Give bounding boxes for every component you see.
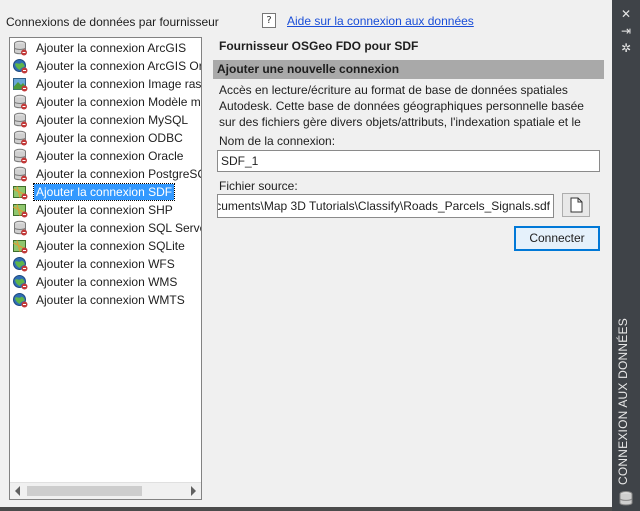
source-file-input[interactable]: ocuments\Map 3D Tutorials\Classify\Roads… <box>217 194 554 218</box>
horizontal-scrollbar[interactable] <box>10 482 201 499</box>
provider-item[interactable]: Ajouter la connexion Oracle <box>12 147 185 165</box>
description-line: Autodesk. Cette base de données géograph… <box>219 99 584 113</box>
provider-item[interactable]: Ajouter la connexion ArcGIS <box>12 39 188 57</box>
map-file-icon <box>13 240 28 254</box>
provider-item-label: Ajouter la connexion SHP <box>36 203 173 217</box>
globe-icon <box>13 257 28 272</box>
globe-icon <box>13 275 28 290</box>
connection-name-input[interactable]: SDF_1 <box>217 150 600 172</box>
database-icon <box>14 148 27 164</box>
provider-item-label: Ajouter la connexion ArcGIS <box>36 41 187 55</box>
provider-item-label: Ajouter la connexion Oracle <box>36 149 184 163</box>
data-connect-panel: Connexions de données par fournisseur ? … <box>0 0 613 507</box>
file-icon <box>570 197 583 213</box>
provider-description: Accès en lecture/écriture au format de b… <box>219 82 597 130</box>
raster-icon <box>13 78 28 92</box>
provider-item[interactable]: Ajouter la connexion WFS <box>12 255 177 273</box>
palette-titlebar: ✕ ⇥ ✲ CONNEXION AUX DONNÉES <box>612 0 640 511</box>
provider-item-label: Ajouter la connexion SQLite <box>36 239 185 253</box>
panel-bottom-edge <box>0 507 612 511</box>
globe-icon <box>13 293 28 308</box>
globe-icon <box>13 59 28 74</box>
database-icon <box>14 40 27 56</box>
palette-title: CONNEXION AUX DONNÉES <box>616 318 630 485</box>
provider-item[interactable]: Ajouter la connexion PostgreSC <box>12 165 202 183</box>
scroll-left-icon[interactable] <box>15 486 20 496</box>
database-icon <box>14 130 27 146</box>
section-header: Ajouter une nouvelle connexion <box>213 60 604 79</box>
provider-item[interactable]: Ajouter la connexion SQL Serve <box>12 219 202 237</box>
provider-item[interactable]: Ajouter la connexion Modèle m <box>12 93 201 111</box>
settings-icon[interactable]: ✲ <box>618 41 634 55</box>
description-line: sur des fichiers gère divers objets/attr… <box>219 115 581 129</box>
provider-item[interactable]: Ajouter la connexion SHP <box>12 201 175 219</box>
provider-list[interactable]: Ajouter la connexion ArcGIS Ajouter la co… <box>9 37 202 500</box>
provider-item-label: Ajouter la connexion PostgreSC <box>36 167 202 181</box>
provider-item[interactable]: Ajouter la connexion WMTS <box>12 291 187 309</box>
browse-file-button[interactable] <box>562 193 590 217</box>
provider-item-label: Ajouter la connexion MySQL <box>36 113 189 127</box>
database-icon <box>14 166 27 182</box>
map-file-icon <box>13 204 28 218</box>
provider-item-label: Ajouter la connexion WMS <box>36 275 178 289</box>
database-icon <box>14 220 27 236</box>
provider-item[interactable]: Ajouter la connexion Image ras <box>12 75 202 93</box>
source-file-label: Fichier source: <box>219 179 298 193</box>
provider-item[interactable]: Ajouter la connexion ODBC <box>12 129 185 147</box>
provider-item-label: Ajouter la connexion Image ras <box>36 77 202 91</box>
database-icon <box>14 112 27 128</box>
scroll-right-icon[interactable] <box>191 486 196 496</box>
description-line: Accès en lecture/écriture au format de b… <box>219 83 568 97</box>
provider-item[interactable]: Ajouter la connexion SDF <box>12 183 176 201</box>
map-file-icon <box>13 186 28 200</box>
provider-item[interactable]: Ajouter la connexion SQLite <box>12 237 187 255</box>
provider-item[interactable]: Ajouter la connexion WMS <box>12 273 179 291</box>
provider-item[interactable]: Ajouter la connexion MySQL <box>12 111 190 129</box>
auto-hide-icon[interactable]: ⇥ <box>618 24 634 38</box>
scroll-thumb[interactable] <box>27 486 142 496</box>
connection-name-label: Nom de la connexion: <box>219 134 336 148</box>
section-title: Ajouter une nouvelle connexion <box>217 62 400 76</box>
source-file-value: ocuments\Map 3D Tutorials\Classify\Roads… <box>217 199 550 213</box>
database-icon <box>14 94 27 110</box>
close-icon[interactable]: ✕ <box>618 7 634 21</box>
provider-item-label: Ajouter la connexion SDF <box>32 183 176 201</box>
provider-item-label: Ajouter la connexion WFS <box>36 257 175 271</box>
provider-title: Fournisseur OSGeo FDO pour SDF <box>219 39 419 53</box>
provider-item-label: Ajouter la connexion ArcGIS Or <box>36 59 202 73</box>
provider-item-label: Ajouter la connexion Modèle m <box>36 95 201 109</box>
connect-button[interactable]: Connecter <box>514 226 600 251</box>
help-icon[interactable]: ? <box>262 13 276 28</box>
help-link[interactable]: Aide sur la connexion aux données <box>287 14 474 28</box>
provider-item-label: Ajouter la connexion ODBC <box>36 131 183 145</box>
database-icon <box>619 491 633 506</box>
provider-item[interactable]: Ajouter la connexion ArcGIS Or <box>12 57 202 75</box>
provider-item-label: Ajouter la connexion SQL Serve <box>36 221 202 235</box>
provider-item-label: Ajouter la connexion WMTS <box>36 293 185 307</box>
providers-header: Connexions de données par fournisseur <box>6 15 219 29</box>
